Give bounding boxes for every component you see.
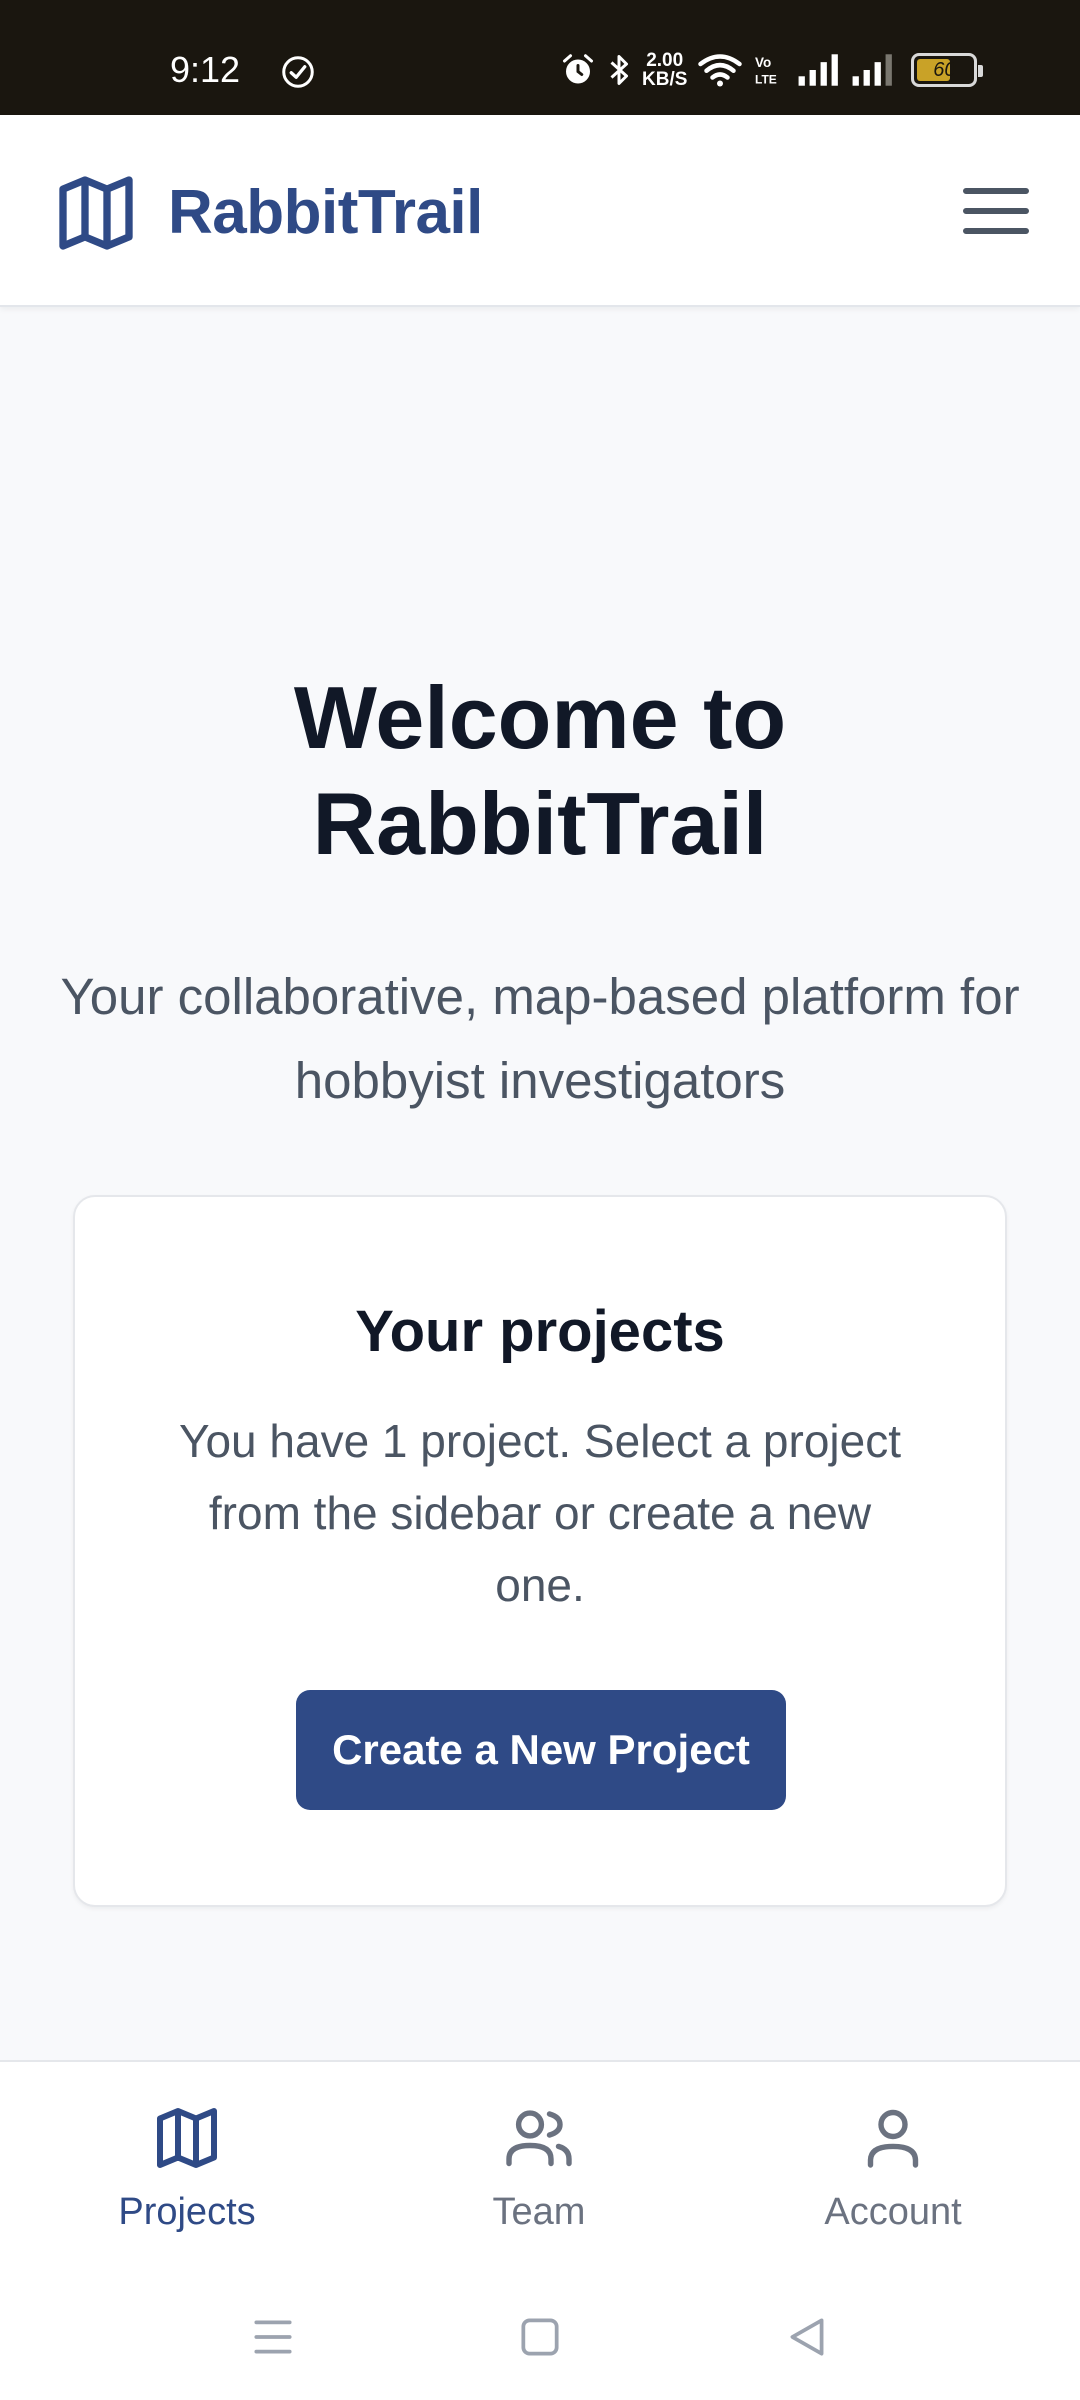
check-circle-icon bbox=[282, 56, 314, 88]
app-header: RabbitTrail bbox=[0, 115, 1080, 307]
bluetooth-icon bbox=[610, 55, 628, 85]
card-title: Your projects bbox=[355, 1299, 725, 1364]
system-nav-bar bbox=[0, 2270, 1080, 2400]
battery-icon: 60 bbox=[911, 53, 984, 87]
net-speed: 2.00 KB/S bbox=[642, 51, 687, 89]
projects-card: Your projects You have 1 project. Select… bbox=[73, 1195, 1007, 1907]
back-icon[interactable] bbox=[782, 2312, 832, 2362]
status-bar: 9:12 2.00 KB/S Vo LTE 60 bbox=[0, 0, 1080, 115]
wifi-icon bbox=[698, 54, 743, 87]
card-description: You have 1 project. Select a project fro… bbox=[179, 1415, 901, 1611]
status-icons: 2.00 KB/S Vo LTE 60 bbox=[560, 46, 984, 94]
nav-label-account: Account bbox=[824, 2191, 962, 2233]
battery-percent: 60 bbox=[933, 59, 956, 81]
user-icon bbox=[867, 2109, 919, 2168]
svg-text:LTE: LTE bbox=[755, 73, 777, 87]
map-icon bbox=[59, 176, 133, 250]
home-icon[interactable] bbox=[515, 2312, 565, 2362]
users-icon bbox=[506, 2110, 572, 2167]
svg-text:Vo: Vo bbox=[755, 55, 771, 70]
recents-icon[interactable] bbox=[248, 2312, 298, 2362]
create-project-button[interactable]: Create a New Project bbox=[296, 1690, 786, 1810]
brand-title[interactable]: RabbitTrail bbox=[168, 175, 483, 251]
net-speed-value: 2.00 bbox=[646, 50, 684, 71]
nav-item-account[interactable]: Account bbox=[743, 2102, 1043, 2252]
signal-icon bbox=[852, 54, 893, 86]
nav-label-team: Team bbox=[492, 2191, 586, 2233]
nav-item-team[interactable]: Team bbox=[389, 2102, 689, 2252]
nav-item-projects[interactable]: Projects bbox=[37, 2102, 337, 2252]
hamburger-menu-icon[interactable] bbox=[958, 179, 1034, 243]
net-speed-unit: KB/S bbox=[642, 69, 688, 90]
volte-icon: Vo LTE bbox=[755, 55, 777, 87]
page-title: Welcome to RabbitTrail bbox=[293, 668, 787, 873]
alarm-icon bbox=[563, 54, 593, 84]
signal-icon bbox=[798, 54, 839, 86]
nav-label-projects: Projects bbox=[118, 2191, 256, 2233]
bottom-nav: Projects Team Account bbox=[0, 2060, 1080, 2270]
status-time: 9:12 bbox=[170, 49, 241, 90]
page-subtitle: Your collaborative, map-based platform f… bbox=[60, 968, 1020, 1109]
map-icon bbox=[157, 2108, 217, 2168]
